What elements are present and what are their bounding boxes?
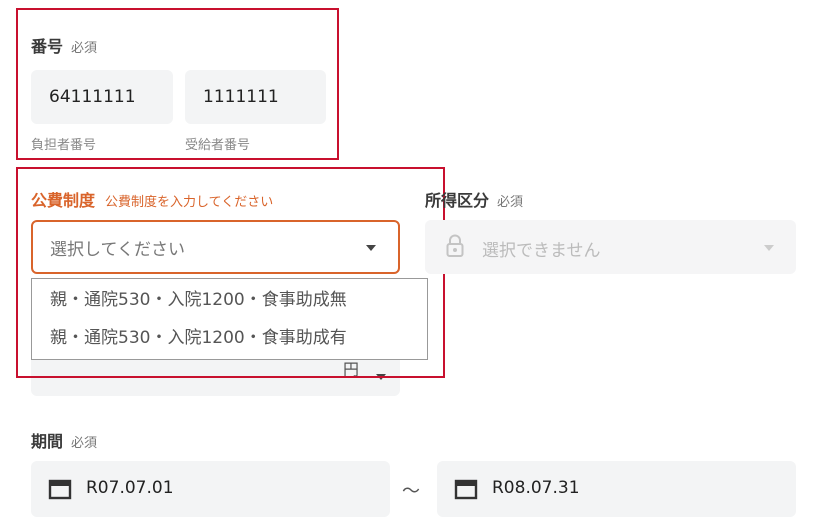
period-required-badge: 必須 <box>71 436 98 451</box>
chevron-down-icon-3 <box>764 245 774 251</box>
period-end-value: R08.07.31 <box>492 478 580 498</box>
period-end-field[interactable]: R08.07.31 <box>437 461 796 517</box>
number-section-highlight <box>16 8 339 160</box>
income-label: 所得区分 必須 <box>425 187 523 211</box>
lock-icon <box>446 234 464 263</box>
period-label-text: 期間 <box>31 432 64 451</box>
income-required-badge: 必須 <box>497 195 524 210</box>
period-start-field[interactable]: R07.07.01 <box>31 461 390 517</box>
income-label-text: 所得区分 <box>425 191 490 210</box>
calendar-icon-2 <box>454 478 478 505</box>
income-select[interactable]: 選択できません <box>425 220 796 274</box>
period-separator: ～ <box>402 481 420 502</box>
period-label: 期間 必須 <box>31 428 97 452</box>
calendar-icon <box>48 478 72 505</box>
public-expense-highlight <box>16 167 445 378</box>
income-placeholder: 選択できません <box>482 241 601 261</box>
period-start-value: R07.07.01 <box>86 478 174 498</box>
